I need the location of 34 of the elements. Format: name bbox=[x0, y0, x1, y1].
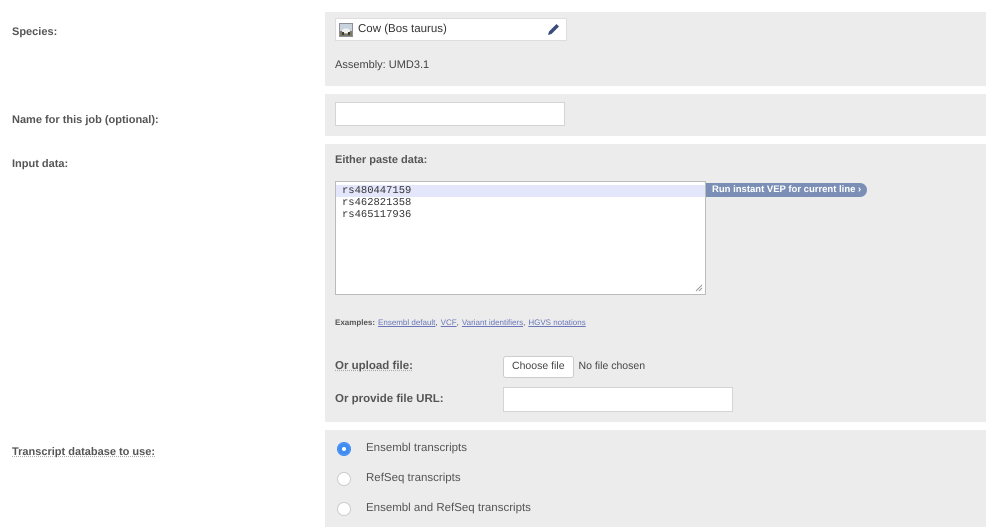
url-label: Or provide file URL: bbox=[335, 392, 445, 407]
field-label: Species: bbox=[12, 25, 58, 40]
example-link[interactable]: Variant identifiers bbox=[462, 317, 524, 329]
radio-button[interactable] bbox=[337, 442, 351, 456]
species-name: Cow (Bos taurus) bbox=[358, 22, 448, 37]
upload-label: Or upload file: bbox=[335, 359, 414, 374]
radio-label[interactable]: Ensembl and RefSeq transcripts bbox=[366, 500, 531, 518]
separator-comma: , bbox=[456, 317, 459, 329]
radio-button[interactable] bbox=[337, 472, 351, 486]
radio-label[interactable]: Ensembl transcripts bbox=[366, 440, 467, 458]
job-name-field[interactable] bbox=[335, 102, 565, 126]
example-link[interactable]: HGVS notations bbox=[528, 317, 586, 329]
separator-comma: , bbox=[435, 317, 438, 329]
species-selector[interactable]: Cow (Bos taurus) bbox=[335, 18, 567, 41]
separator-comma: , bbox=[523, 317, 526, 329]
paste-heading: Either paste data: bbox=[335, 152, 428, 168]
pencil-icon[interactable] bbox=[547, 23, 560, 36]
field-label: Transcript database to use: bbox=[12, 444, 156, 460]
paste-data-field[interactable]: rs480447159 rs462821358 rs465117936 bbox=[335, 181, 706, 295]
file-status: No file chosen bbox=[578, 359, 646, 374]
example-link[interactable]: VCF bbox=[440, 317, 457, 329]
data-line: rs465117936 bbox=[341, 209, 412, 221]
assembly-text: Assembly: UMD3.1 bbox=[335, 58, 430, 73]
choose-file-button[interactable]: Choose file bbox=[503, 356, 574, 378]
field-label: Input data: bbox=[12, 156, 70, 172]
resize-handle-icon[interactable] bbox=[695, 284, 703, 292]
examples-label: Examples: bbox=[335, 317, 376, 329]
file-url-field[interactable] bbox=[503, 386, 733, 412]
run-line-button[interactable]: Run instant VEP for current line › bbox=[706, 183, 868, 197]
example-link[interactable]: Ensembl default bbox=[378, 317, 436, 329]
radio-label[interactable]: RefSeq transcripts bbox=[366, 470, 461, 488]
data-line: rs462821358 bbox=[341, 197, 412, 209]
radio-button[interactable] bbox=[337, 502, 351, 516]
field-label: Name for this job (optional): bbox=[12, 112, 160, 128]
